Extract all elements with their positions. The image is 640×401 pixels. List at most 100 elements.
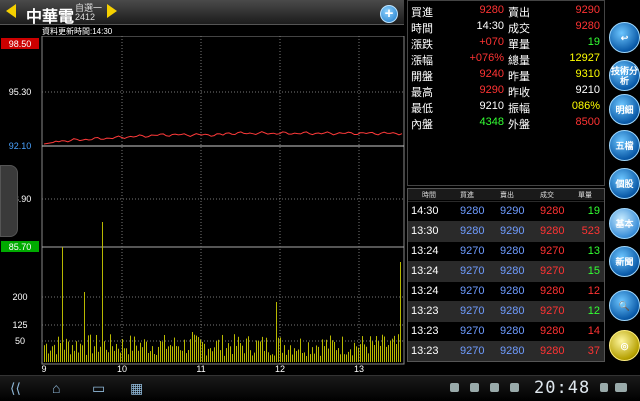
volume-bar: [302, 352, 303, 362]
trade-vol: 12: [587, 305, 600, 317]
volume-bar: [60, 343, 61, 362]
volume-bar: [364, 344, 365, 362]
menu-grid-icon[interactable]: ▦: [130, 380, 143, 397]
volume-bar: [236, 345, 237, 362]
next-stock-arrow-icon[interactable]: [107, 4, 117, 18]
trade-table-header: 時間 買進 賣出 成交 單量: [408, 189, 604, 200]
volume-bar: [374, 345, 375, 362]
trade-row: 13:23 9270 9280 9280 37: [408, 341, 604, 361]
volume-bar: [188, 350, 189, 362]
volume-bar: [54, 344, 55, 362]
quote-label: 成交: [508, 23, 530, 35]
quote-value: 9310: [575, 68, 600, 80]
volume-bar: [160, 341, 161, 362]
price-label-1: 95.30: [9, 87, 32, 97]
trade-vol: 14: [587, 325, 600, 337]
volume-bar: [90, 334, 91, 362]
volume-label-2: 125: [12, 320, 27, 330]
drawer-handle[interactable]: [0, 165, 18, 237]
quote-label: 總量: [508, 55, 530, 67]
volume-bar: [84, 292, 85, 362]
trade-row: 13:24 9270 9280 9280 12: [408, 281, 604, 301]
trade-deal: 9280: [540, 205, 565, 217]
volume-bar: [136, 345, 137, 362]
back-button[interactable]: ↩: [609, 22, 640, 53]
trade-deal: 9280: [540, 225, 565, 237]
download-check-icon: [510, 383, 519, 392]
wifi-icon: [600, 383, 608, 392]
quote-value: 9290: [575, 4, 600, 16]
volume-bar: [144, 339, 145, 362]
trade-time: 13:23: [411, 345, 439, 357]
volume-bar: [262, 336, 263, 362]
volume-bar: [152, 346, 153, 362]
volume-bar: [200, 339, 201, 362]
volume-bar: [356, 346, 357, 362]
quote-row: 時間 14:30 成交 9280: [408, 20, 604, 36]
volume-bar: [378, 341, 379, 362]
quote-label: 外盤: [508, 119, 530, 131]
five-levels-button[interactable]: 五檔: [609, 130, 640, 161]
volume-bar: [174, 337, 175, 362]
volume-bar: [330, 335, 331, 362]
volume-bar: [102, 222, 103, 362]
quote-value: 8500: [575, 116, 600, 128]
volume-bar: [282, 352, 283, 362]
volume-label-3: 50: [15, 336, 25, 346]
volume-bar: [284, 345, 285, 362]
th-deal: 成交: [540, 192, 554, 199]
volume-bar: [172, 346, 173, 362]
volume-bar: [110, 334, 111, 362]
volume-bar: [186, 353, 187, 362]
volume-bar: [260, 341, 261, 362]
quote-value: 9280: [575, 20, 600, 32]
trade-row: 13:30 9280 9290 9280 523: [408, 221, 604, 241]
home-nav-icon[interactable]: ⌂: [52, 380, 60, 396]
volume-bar: [208, 348, 209, 362]
volume-bar: [218, 339, 219, 362]
volume-bar: [64, 349, 65, 362]
trade-ask: 9280: [500, 325, 525, 337]
volume-bar: [320, 355, 321, 362]
system-bar: ⟨⟨ ⌂ ▭ ▦ 20:48: [0, 375, 640, 401]
price-bottom-label: 85.70: [9, 242, 32, 252]
time-label-9: 9: [41, 364, 46, 372]
trade-ask: 9280: [500, 345, 525, 357]
volume-bar: [324, 346, 325, 362]
basic-button[interactable]: 基本: [609, 208, 640, 239]
volume-bar: [92, 353, 93, 362]
quote-label: 昨量: [508, 71, 530, 83]
quote-label: 買進: [411, 7, 433, 19]
volume-bar: [376, 336, 377, 362]
recent-apps-icon[interactable]: ▭: [92, 380, 105, 397]
volume-bar: [362, 336, 363, 362]
volume-bar: [248, 336, 249, 362]
volume-bar: [238, 336, 239, 362]
volume-bar: [82, 345, 83, 362]
trade-row: 14:30 9280 9290 9280 19: [408, 201, 604, 221]
intraday-chart: 98.50 95.30 92.10 88.90 85.70 200 125 50…: [1, 36, 405, 372]
quote-label: 最低: [411, 103, 433, 115]
volume-bar: [390, 340, 391, 362]
quote-label: 漲跌: [411, 39, 433, 51]
target-button[interactable]: ◎: [609, 330, 640, 361]
details-button[interactable]: 明細: [609, 94, 640, 125]
quote-value: 19: [587, 36, 600, 48]
volume-bar: [72, 345, 73, 362]
trade-deal: 9270: [540, 245, 565, 257]
volume-bar: [206, 355, 207, 362]
trade-vol: 523: [581, 225, 600, 237]
add-plus-icon[interactable]: +: [380, 5, 398, 23]
time-label-11: 11: [196, 364, 205, 372]
volume-bar: [246, 338, 247, 362]
news-button[interactable]: 新聞: [609, 246, 640, 277]
prev-stock-arrow-icon[interactable]: [6, 4, 16, 18]
volume-bar: [126, 348, 127, 362]
technical-analysis-button[interactable]: 技術分析: [609, 60, 640, 91]
quote-row: 漲跌 +070 單量 19: [408, 36, 604, 52]
th-bid: 買進: [460, 192, 474, 199]
back-nav-icon[interactable]: ⟨⟨: [10, 380, 21, 397]
search-button[interactable]: 🔍: [609, 290, 640, 321]
volume-bar: [104, 341, 105, 362]
individual-stock-button[interactable]: 個股: [609, 168, 640, 199]
